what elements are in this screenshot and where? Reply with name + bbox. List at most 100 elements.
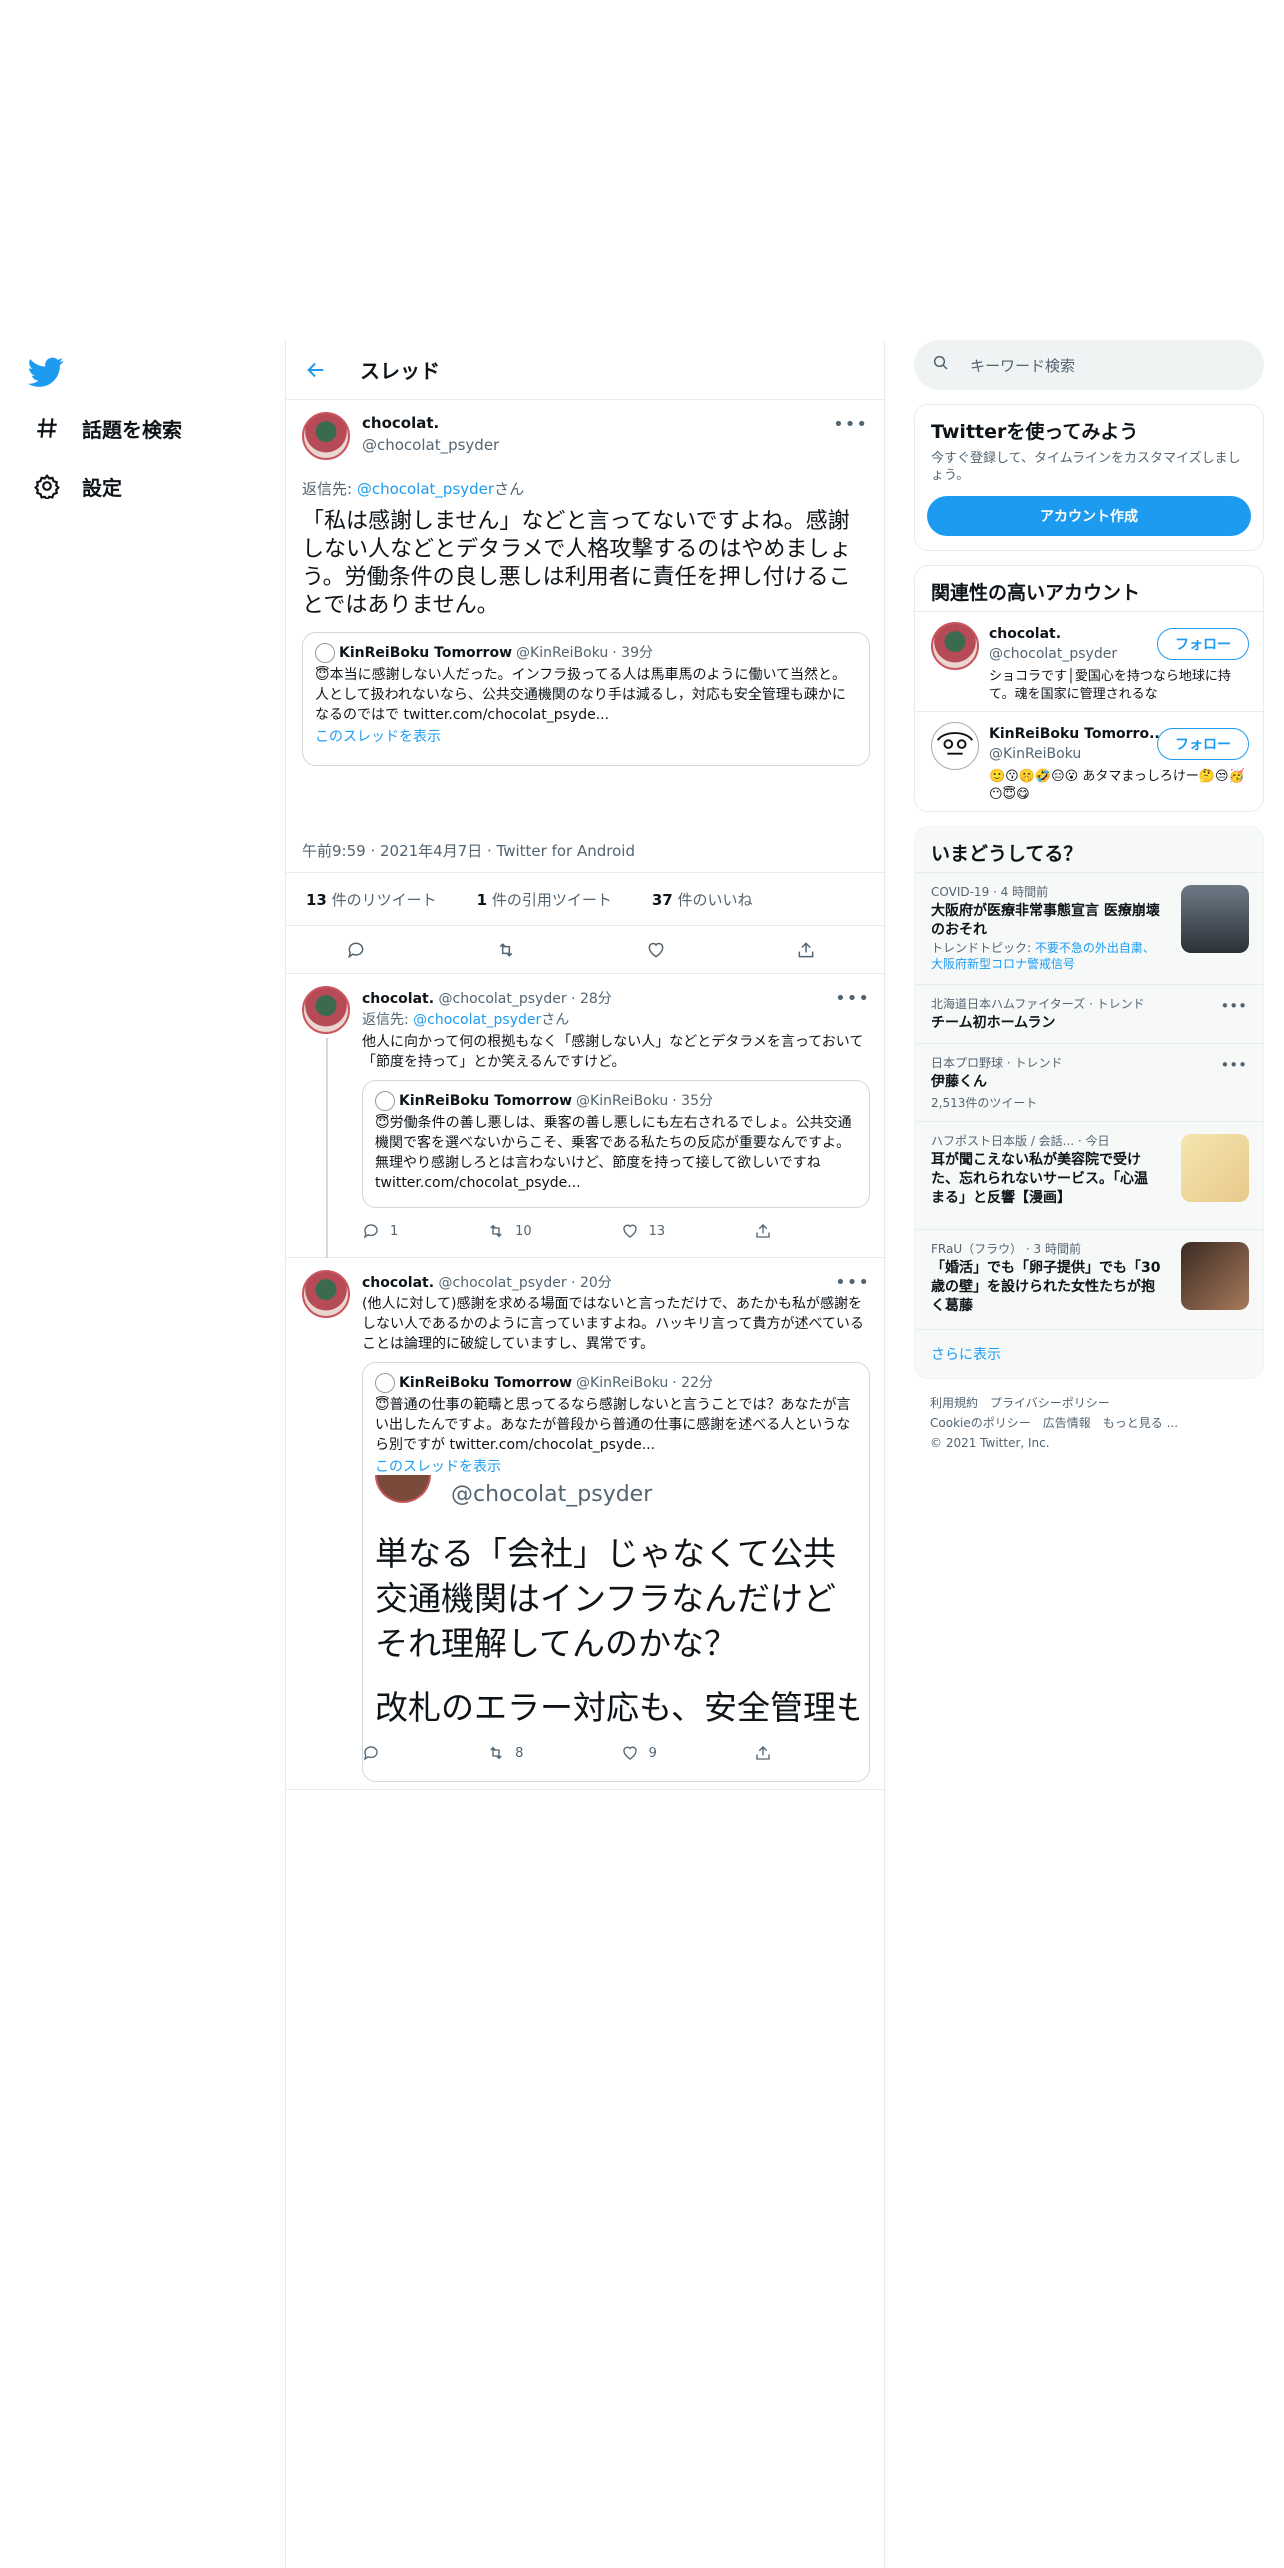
- share-button[interactable]: [754, 1222, 782, 1240]
- related-title: 関連性の高いアカウント: [931, 582, 1141, 604]
- share-button[interactable]: [796, 940, 826, 960]
- avatar[interactable]: [931, 722, 979, 770]
- trend-item[interactable]: ハフポスト日本版 / 会話... · 今日 耳が聞こえない私が美容院で受けた、忘…: [915, 1121, 1263, 1229]
- reply-to-handle-link[interactable]: @chocolat_psyder: [413, 1012, 541, 1028]
- show-thread-link[interactable]: このスレッドを表示: [315, 727, 857, 747]
- reply-author-name[interactable]: chocolat.: [362, 991, 434, 1007]
- quoted-tweet[interactable]: KinReiBoku Tomorrow @KinReiBoku · 35分 😇労…: [362, 1080, 870, 1208]
- like-button[interactable]: 9: [621, 1744, 657, 1762]
- trend-context: 北海道日本ハムファイターズ · トレンド: [931, 997, 1145, 1011]
- quoted-author-name: KinReiBoku Tomorrow: [399, 1093, 573, 1109]
- account-item[interactable]: KinReiBoku Tomorro... @KinReiBoku 🙂😗🤫🤣😑😮…: [915, 711, 1263, 811]
- trend-item[interactable]: COVID-19 · 4 時間前 大阪府が医療非常事態宣言 医療崩壊のおそれ ト…: [915, 872, 1263, 984]
- signup-card: Twitterを使ってみよう 今すぐ登録して、タイムラインをカスタマイズしましょ…: [914, 404, 1264, 551]
- account-handle: @chocolat_psyder: [989, 646, 1118, 662]
- tweet-text: 「私は感謝しません」などと言ってないですよね。感謝しない人などとデタラメで人格攻…: [302, 509, 852, 618]
- retweet-count: 8: [515, 1745, 524, 1761]
- trend-tweet-count: 2,513件のツイート: [931, 1096, 1038, 1110]
- trends-title: いまどうしてる？: [931, 843, 1083, 865]
- search-icon: [932, 354, 950, 376]
- account-handle: @KinReiBoku: [989, 746, 1082, 762]
- reply-author-handle[interactable]: @chocolat_psyder · 28分: [439, 991, 612, 1007]
- like-button[interactable]: 13: [621, 1222, 666, 1240]
- more-options-icon[interactable]: •••: [1220, 1056, 1247, 1074]
- footer-link[interactable]: もっと見る ...: [1103, 1416, 1178, 1430]
- create-account-button[interactable]: アカウント作成: [927, 496, 1251, 536]
- trend-title: 大阪府が医療非常事態宣言 医療崩壊のおそれ: [931, 903, 1160, 938]
- retweet-icon: [490, 1224, 502, 1238]
- quoted-tweet[interactable]: KinReiBoku Tomorrow @KinReiBoku · 22分 😇普…: [362, 1362, 870, 1782]
- reply-suffix: さん: [541, 1012, 570, 1028]
- quoted-avatar: [375, 1373, 395, 1393]
- follow-button[interactable]: フォロー: [1157, 628, 1249, 660]
- retweet-button[interactable]: [496, 940, 526, 960]
- tweet-timestamp[interactable]: 午前9:59 · 2021年4月7日 · Twitter for Android: [302, 840, 635, 861]
- tweet-author-name[interactable]: chocolat.: [362, 414, 439, 432]
- more-options-icon[interactable]: •••: [833, 414, 868, 435]
- retweet-icon: [499, 942, 513, 957]
- nav-item-explore[interactable]: 話題を検索: [32, 408, 182, 448]
- hashtag-icon: [32, 413, 62, 443]
- back-arrow-icon[interactable]: [302, 356, 330, 384]
- like-button[interactable]: [646, 940, 676, 960]
- reply-button[interactable]: [362, 1744, 390, 1762]
- footer-link[interactable]: 利用規約: [930, 1396, 978, 1410]
- reply-author-name[interactable]: chocolat.: [362, 1275, 434, 1291]
- reply-tweet[interactable]: chocolat. @chocolat_psyder · 28分 ••• 返信先…: [286, 974, 886, 1258]
- reply-button[interactable]: [346, 940, 376, 960]
- footer-link[interactable]: プライバシーポリシー: [990, 1396, 1110, 1410]
- reply-icon: [363, 1224, 378, 1239]
- quoted-author-handle: @KinReiBoku: [516, 645, 609, 661]
- reply-tweet[interactable]: chocolat. @chocolat_psyder · 20分 ••• (他人…: [286, 1258, 886, 1790]
- heart-icon: [648, 942, 664, 958]
- footer-link[interactable]: Cookieのポリシー: [930, 1416, 1031, 1430]
- account-bio: 🙂😗🤫🤣😑😮 あタマまっしろけー🤔😒🥳😶😇😋: [989, 769, 1245, 802]
- account-bio: ショコラです│愛国心を持つなら地球に持て。魂を国家に管理されるな: [989, 669, 1231, 702]
- trend-item[interactable]: 日本プロ野球 · トレンド 伊藤くん 2,513件のツイート •••: [915, 1043, 1263, 1121]
- likes-stat[interactable]: 37 件のいいね: [652, 889, 773, 910]
- reply-header: chocolat. @chocolat_psyder · 20分: [362, 1272, 612, 1292]
- quoted-image[interactable]: @chocolat_psyder 単なる「会社」じゃなくて公共交通機関はインフラ…: [375, 1475, 859, 1781]
- reply-author-handle[interactable]: @chocolat_psyder · 20分: [439, 1275, 612, 1291]
- tweet-stats: 13 件のリツイート 1 件の引用ツイート 37 件のいいね: [286, 872, 886, 926]
- tweet-author-handle[interactable]: @chocolat_psyder: [362, 436, 499, 454]
- image-text: 単なる「会社」じゃなくて公共交通機関はインフラなんだけどそれ理解してんのかな？: [375, 1534, 837, 1663]
- show-more-link[interactable]: さらに表示: [915, 1329, 1263, 1378]
- avatar[interactable]: [302, 1270, 350, 1318]
- quotes-stat[interactable]: 1 件の引用ツイート: [477, 889, 632, 910]
- avatar[interactable]: [302, 412, 350, 460]
- twitter-logo-icon[interactable]: [27, 354, 64, 390]
- avatar[interactable]: [931, 622, 979, 670]
- heart-icon: [622, 1746, 637, 1760]
- trend-item[interactable]: 北海道日本ハムファイターズ · トレンド チーム初ホームラン •••: [915, 984, 1263, 1043]
- follow-button[interactable]: フォロー: [1157, 728, 1249, 760]
- reply-to-handle-link[interactable]: @chocolat_psyder: [357, 480, 494, 498]
- search-input[interactable]: キーワード検索: [970, 355, 1075, 376]
- retweets-stat[interactable]: 13 件のリツイート: [306, 889, 457, 910]
- quoted-tweet-header: KinReiBoku Tomorrow @KinReiBoku · 35分: [375, 1091, 857, 1111]
- reply-count: 1: [390, 1223, 399, 1239]
- thread-line: [326, 1038, 328, 1258]
- quoted-tweet[interactable]: KinReiBoku Tomorrow @KinReiBoku · 39分 😇本…: [302, 632, 870, 766]
- share-button[interactable]: [754, 1744, 782, 1762]
- thread-column: スレッド chocolat. @chocolat_psyder ••• 返信先:…: [285, 340, 886, 2568]
- search-box[interactable]: キーワード検索: [914, 340, 1264, 390]
- retweet-button[interactable]: 8: [487, 1744, 523, 1762]
- retweet-button[interactable]: 10: [487, 1222, 532, 1240]
- trend-topic-prefix: トレンドトピック:: [931, 941, 1035, 955]
- avatar[interactable]: [302, 986, 350, 1034]
- account-item[interactable]: chocolat. @chocolat_psyder ショコラです│愛国心を持つ…: [915, 611, 1263, 711]
- footer-links: 利用規約 プライバシーポリシー Cookieのポリシー 広告情報 もっと見る ...: [930, 1393, 1248, 1433]
- retweet-count: 10: [515, 1223, 532, 1239]
- trend-context: 日本プロ野球 · トレンド: [931, 1056, 1063, 1070]
- nav-item-settings[interactable]: 設定: [32, 466, 122, 506]
- more-options-icon[interactable]: •••: [835, 1272, 870, 1293]
- trend-item[interactable]: FRaU（フラウ） · 3 時間前 「婚活」でも「卵子提供」でも「30歳の壁」を…: [915, 1229, 1263, 1329]
- show-thread-link[interactable]: このスレッドを表示: [375, 1457, 857, 1477]
- more-options-icon[interactable]: •••: [1220, 997, 1247, 1015]
- like-count: 13: [648, 1223, 666, 1239]
- more-options-icon[interactable]: •••: [835, 988, 870, 1009]
- footer-link[interactable]: 広告情報: [1043, 1416, 1091, 1430]
- likes-label: 件のいいね: [672, 890, 753, 909]
- reply-button[interactable]: 1: [362, 1222, 398, 1240]
